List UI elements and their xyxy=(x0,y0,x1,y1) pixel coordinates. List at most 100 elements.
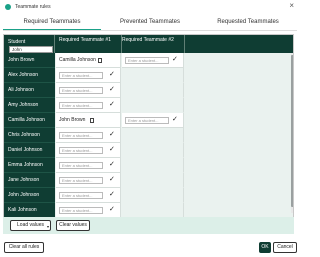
check-icon[interactable]: ✓ xyxy=(172,116,178,124)
empty-cell xyxy=(185,203,290,218)
teammate-1-input[interactable]: Enter a student... xyxy=(59,162,103,169)
table-row: Emma Johnson Enter a student... ✓ xyxy=(4,158,290,173)
table-row: John Brown Camilla Johnson Enter a student… xyxy=(4,53,290,68)
empty-cell xyxy=(185,158,290,173)
teammate-1-input[interactable]: Enter a student... xyxy=(59,102,103,109)
table-row: Alex Johnson Enter a student... ✓ xyxy=(4,68,290,83)
table-row: Jane Johnson Enter a student... ✓ xyxy=(4,173,290,188)
student-name: John Brown xyxy=(4,53,55,68)
load-values-label: Load values xyxy=(17,222,44,228)
required-teammate-1-header: Required Teammate #1 xyxy=(59,37,111,43)
student-name: Daniel Johnson xyxy=(4,143,55,158)
teammate-1-input[interactable]: Enter a student... xyxy=(59,72,103,79)
table-row: Chris Johnson Enter a student... ✓ xyxy=(4,128,290,143)
teammate-2-cell xyxy=(122,173,184,188)
student-search-input[interactable]: John xyxy=(9,46,53,53)
empty-cell xyxy=(185,83,290,98)
teammate-grid: Student John Required Teammate #1 Requir… xyxy=(3,34,294,231)
teammate-2-cell xyxy=(122,98,184,113)
empty-cell xyxy=(185,113,290,128)
teammate-1-input[interactable]: Enter a student... xyxy=(59,177,103,184)
table-row: John Johnson Enter a student... ✓ xyxy=(4,188,290,203)
load-values-button[interactable]: Load values ▾ xyxy=(10,220,51,231)
teammate-1-cell: Enter a student... ✓ xyxy=(56,128,121,143)
title-bar: Teammate rules × xyxy=(0,0,300,13)
table-row: Amy Johnson Enter a student... ✓ xyxy=(4,98,290,113)
check-icon[interactable]: ✓ xyxy=(109,146,115,154)
check-icon[interactable]: ✓ xyxy=(109,191,115,199)
tab-requested-teammates[interactable]: Requested Teammates xyxy=(199,16,297,30)
teammate-1-cell: Enter a student... ✓ xyxy=(56,203,121,218)
table-row: Kali Johnson Enter a student... ✓ xyxy=(4,203,290,218)
teammate-2-input[interactable]: Enter a student... xyxy=(125,57,169,64)
teammate-1-cell: Enter a student... ✓ xyxy=(56,98,121,113)
teammate-2-cell xyxy=(122,203,184,218)
teammate-1-input[interactable]: Enter a student... xyxy=(59,87,103,94)
empty-cell xyxy=(185,143,290,158)
check-icon[interactable]: ✓ xyxy=(172,56,178,64)
student-name: Kali Johnson xyxy=(4,203,55,218)
required-teammate-2-header: Required Teammate #2 xyxy=(122,37,174,43)
student-name: Camilla Johnson xyxy=(4,113,55,128)
teammate-1-cell: Camilla Johnson xyxy=(56,53,121,68)
teammate-1-input[interactable]: Enter a student... xyxy=(59,147,103,154)
teammate-1-value: Camilla Johnson xyxy=(59,57,96,63)
empty-cell xyxy=(185,128,290,143)
tab-required-teammates[interactable]: Required Teammates xyxy=(3,16,101,30)
student-name: John Johnson xyxy=(4,188,55,203)
teammate-1-input[interactable]: Enter a student... xyxy=(59,132,103,139)
vertical-scroll-thumb[interactable] xyxy=(291,55,293,207)
teammate-2-cell xyxy=(122,143,184,158)
trash-icon[interactable] xyxy=(98,58,102,63)
tab-prevented-teammates[interactable]: Prevented Teammates xyxy=(101,16,199,30)
teammate-1-cell: Enter a student... ✓ xyxy=(56,83,121,98)
tab-bar: Required Teammates Prevented Teammates R… xyxy=(3,16,297,30)
teammate-1-cell: Enter a student... ✓ xyxy=(56,143,121,158)
teammate-2-cell: Enter a student... ✓ xyxy=(122,53,184,68)
tab-divider xyxy=(3,30,297,31)
teammate-2-cell xyxy=(122,188,184,203)
teammate-2-input[interactable]: Enter a student... xyxy=(125,117,169,124)
cancel-button[interactable]: Cancel xyxy=(273,242,297,253)
check-icon[interactable]: ✓ xyxy=(109,131,115,139)
student-name: Chris Johnson xyxy=(4,128,55,143)
teammate-2-cell: Enter a student... ✓ xyxy=(122,113,184,128)
trash-icon[interactable] xyxy=(90,118,94,123)
close-icon[interactable]: × xyxy=(289,2,294,10)
teammate-1-cell: Enter a student... ✓ xyxy=(56,68,121,83)
check-icon[interactable]: ✓ xyxy=(109,161,115,169)
table-row: Ali Johnson Enter a student... ✓ xyxy=(4,83,290,98)
check-icon[interactable]: ✓ xyxy=(109,86,115,94)
empty-cell xyxy=(185,53,290,68)
empty-cell xyxy=(185,68,290,83)
student-name: Alex Johnson xyxy=(4,68,55,83)
app-icon xyxy=(5,3,11,10)
student-name: Emma Johnson xyxy=(4,158,55,173)
clear-all-rules-button[interactable]: Clear all rules xyxy=(4,242,44,253)
teammate-1-input[interactable]: Enter a student... xyxy=(59,207,103,214)
table-row: Camilla Johnson John Brown Enter a student… xyxy=(4,113,290,128)
check-icon[interactable]: ✓ xyxy=(109,71,115,79)
teammate-1-input[interactable]: Enter a student... xyxy=(59,192,103,199)
check-icon[interactable]: ✓ xyxy=(109,206,115,214)
header-divider xyxy=(184,35,185,53)
grid-header: Student John Required Teammate #1 Requir… xyxy=(4,35,293,53)
student-name: Jane Johnson xyxy=(4,173,55,188)
empty-cell xyxy=(185,173,290,188)
teammate-2-cell xyxy=(122,158,184,173)
ok-button[interactable]: OK xyxy=(259,242,271,253)
check-icon[interactable]: ✓ xyxy=(109,176,115,184)
teammate-1-cell: Enter a student... ✓ xyxy=(56,188,121,203)
student-header-label: Student xyxy=(8,39,26,45)
empty-cell xyxy=(185,188,290,203)
student-name: Ali Johnson xyxy=(4,83,55,98)
teammate-1-cell: Enter a student... ✓ xyxy=(56,173,121,188)
table-row: Daniel Johnson Enter a student... ✓ xyxy=(4,143,290,158)
teammate-1-value: John Brown xyxy=(59,117,86,123)
teammate-rules-window: Teammate rules × Required Teammates Prev… xyxy=(0,0,300,257)
student-name: Amy Johnson xyxy=(4,98,55,113)
window-title: Teammate rules xyxy=(15,3,51,10)
check-icon[interactable]: ✓ xyxy=(109,101,115,109)
clear-values-button[interactable]: Clear values xyxy=(56,220,90,231)
teammate-2-cell xyxy=(122,68,184,83)
